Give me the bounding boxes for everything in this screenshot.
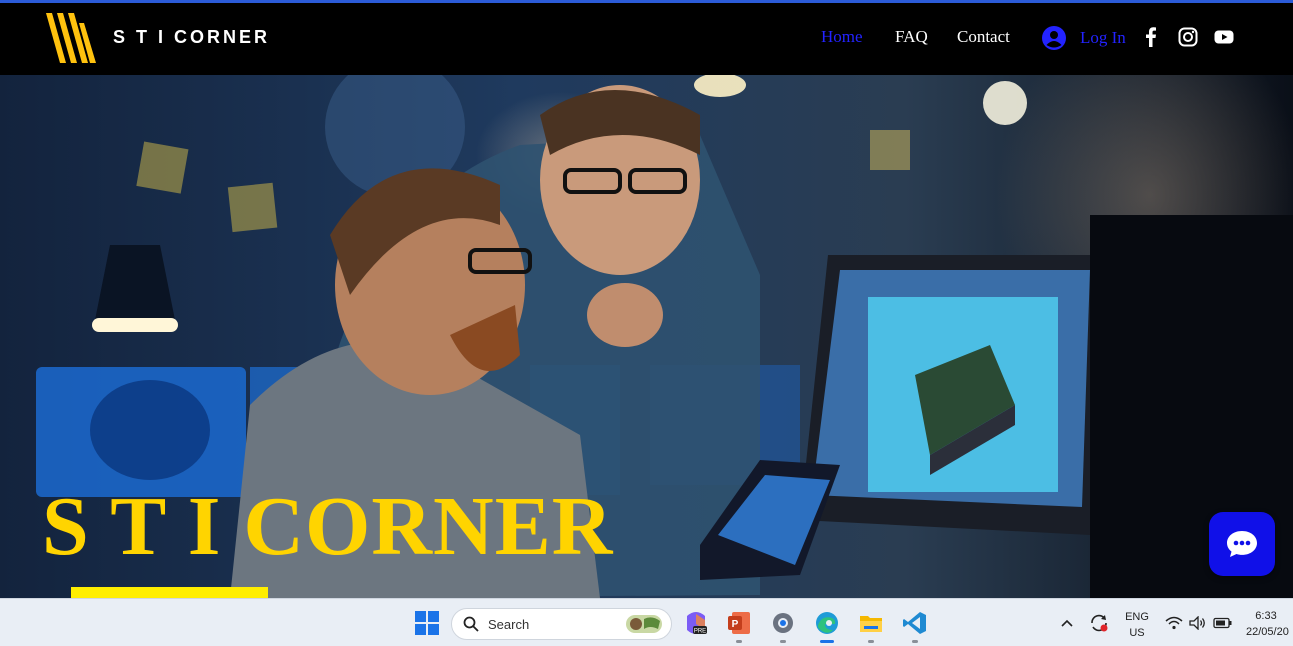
login-label: Log In	[1080, 28, 1126, 47]
taskbar-search-box[interactable]: Search	[451, 608, 672, 640]
hero-section: S T I CORNER	[0, 75, 1293, 598]
svg-text:P: P	[732, 619, 739, 630]
powerpoint-running-indicator	[736, 640, 742, 643]
vscode-running-indicator	[912, 640, 918, 643]
search-highlight-image	[626, 615, 662, 633]
explorer-running-indicator	[868, 640, 874, 643]
hero-title: S T I CORNER	[42, 480, 614, 573]
edge-active-indicator	[820, 640, 834, 643]
file-explorer-icon[interactable]	[858, 610, 884, 636]
youtube-icon[interactable]	[1214, 27, 1234, 47]
nav-faq-link[interactable]: FAQ	[895, 27, 928, 47]
sync-alert-icon[interactable]	[1088, 612, 1110, 634]
copilot-icon[interactable]: PRE	[683, 610, 709, 636]
instagram-icon[interactable]	[1178, 27, 1198, 47]
user-avatar-icon	[1042, 26, 1066, 50]
facebook-icon[interactable]	[1141, 27, 1161, 47]
windows-taskbar: Search PRE P ENG US 6:33 22/05/20	[0, 598, 1293, 646]
search-placeholder: Search	[488, 617, 530, 632]
site-header: S T I CORNER Home FAQ Contact Log In	[0, 3, 1293, 75]
battery-icon[interactable]	[1213, 617, 1233, 629]
nav-contact-link[interactable]: Contact	[957, 27, 1010, 47]
clock-time[interactable]: 6:33	[1246, 610, 1286, 622]
region-indicator[interactable]: US	[1122, 627, 1152, 639]
search-icon	[463, 616, 479, 632]
nav-home-link[interactable]: Home	[821, 27, 863, 47]
volume-icon[interactable]	[1189, 616, 1207, 630]
site-logo-text[interactable]: S T I CORNER	[113, 27, 270, 48]
language-indicator[interactable]: ENG	[1122, 611, 1152, 623]
chat-bubble-icon	[1227, 531, 1257, 557]
wifi-icon[interactable]	[1165, 616, 1183, 630]
edge-icon[interactable]	[814, 610, 840, 636]
chat-button[interactable]	[1209, 512, 1275, 576]
powerpoint-icon[interactable]: P	[726, 610, 752, 636]
hero-accent-bar	[71, 587, 268, 598]
login-button[interactable]: Log In	[1042, 25, 1126, 51]
settings-icon[interactable]	[770, 610, 796, 636]
settings-running-indicator	[780, 640, 786, 643]
chevron-up-icon[interactable]	[1060, 618, 1074, 628]
svg-text:PRE: PRE	[694, 629, 706, 635]
logo-stripes-icon[interactable]	[44, 11, 98, 63]
windows-start-icon[interactable]	[414, 610, 440, 636]
clock-date[interactable]: 22/05/20	[1246, 626, 1293, 638]
vscode-icon[interactable]	[902, 610, 928, 636]
